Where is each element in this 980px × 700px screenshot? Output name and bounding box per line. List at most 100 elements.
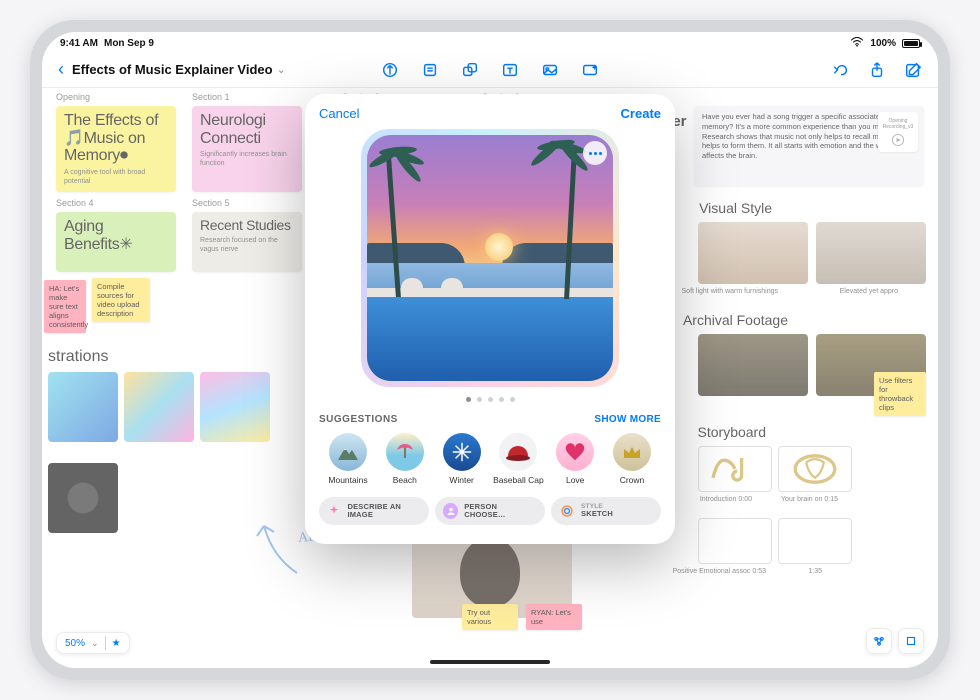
zoom-star-icon[interactable]: ★	[112, 638, 121, 649]
page-indicator[interactable]	[319, 397, 661, 402]
section-label-1: Section 1	[192, 92, 230, 102]
app-toolbar: ‹ Effects of Music Explainer Video ⌄	[42, 52, 938, 88]
cancel-button[interactable]: Cancel	[319, 106, 359, 121]
back-chevron-icon[interactable]: ‹	[58, 59, 64, 80]
chip-style-text: STYLE SKETCH	[581, 504, 613, 519]
suggestion-beach[interactable]: Beach	[378, 433, 432, 485]
sticky-filters[interactable]: Use filters for throwback clips	[874, 372, 926, 416]
card-section5[interactable]: Recent Studies Research focused on the v…	[192, 212, 302, 272]
section-label-opening: Opening	[56, 92, 90, 102]
document-title[interactable]: Effects of Music Explainer Video	[72, 62, 273, 77]
note-tool-icon[interactable]	[421, 61, 439, 79]
person-icon	[443, 503, 458, 519]
zoom-control[interactable]: 50% ⌄ ★	[56, 632, 130, 654]
archival-thumb-1[interactable]	[698, 334, 808, 396]
suggestion-mountains[interactable]: Mountains	[321, 433, 375, 485]
media-tool-icon[interactable]	[541, 61, 559, 79]
card-section1[interactable]: Neurologi Connecti Significantly increas…	[192, 106, 302, 192]
ai-image-tool-icon[interactable]	[581, 61, 599, 79]
storyboard-1[interactable]	[698, 446, 772, 492]
wifi-icon	[850, 37, 864, 50]
battery-percent: 100%	[870, 38, 896, 49]
love-icon	[556, 433, 594, 471]
mountains-icon	[329, 433, 367, 471]
heading-visual-style: Visual Style	[699, 200, 772, 216]
heading-storyboard: Storyboard	[698, 424, 766, 440]
suggestion-baseball-cap[interactable]: Baseball Cap	[491, 433, 545, 485]
suggestion-winter[interactable]: Winter	[435, 433, 489, 485]
chip-person-label: PERSON CHOOSE…	[464, 503, 537, 519]
compose-icon[interactable]	[904, 61, 922, 79]
heading-archival: Archival Footage	[683, 312, 788, 328]
text-tool-icon[interactable]	[501, 61, 519, 79]
home-indicator[interactable]	[430, 660, 550, 664]
view-controls	[866, 628, 924, 654]
card-s1-title: Neurologi Connecti	[200, 112, 294, 147]
section-label-4: Section 4	[56, 198, 94, 208]
storyboard-cap-2: Your brain on 0:15	[781, 496, 838, 503]
illustration-thumb-1[interactable]	[48, 372, 118, 442]
chip-row: DESCRIBE AN IMAGE PERSON CHOOSE… STYLE S…	[319, 497, 661, 525]
style-swirl-icon	[559, 503, 575, 519]
card-s1-sub: Significantly increases brain function	[200, 151, 294, 169]
create-button[interactable]: Create	[621, 106, 661, 121]
suggestion-label: Baseball Cap	[493, 475, 544, 485]
play-icon	[891, 133, 905, 147]
sticky-ha[interactable]: HA: Let's make sure text aligns consiste…	[44, 280, 86, 333]
storyboard-3[interactable]	[698, 518, 772, 564]
storyboard-cap-3: Positive Emotional assoc 0:53	[673, 568, 766, 575]
sticky-compile[interactable]: Compile sources for video upload descrip…	[92, 278, 150, 322]
suggestion-label: Winter	[449, 475, 474, 485]
pen-tool-icon[interactable]	[381, 61, 399, 79]
preview-frame	[361, 129, 619, 387]
card-opening-title: The Effects of 🎵Music on Memory⏺	[64, 112, 168, 165]
share-icon[interactable]	[868, 61, 886, 79]
chip-style-value: SKETCH	[581, 510, 613, 518]
zoom-chevron-icon: ⌄	[91, 638, 99, 649]
ipad-device: 9:41 AM Mon Sep 9 100% ‹ Effects of Musi…	[30, 20, 950, 680]
status-bar: 9:41 AM Mon Sep 9 100%	[42, 32, 938, 52]
storyboard-2[interactable]	[778, 446, 852, 492]
chip-style[interactable]: STYLE SKETCH	[551, 497, 661, 525]
card-s4-title: Aging Benefits✳	[64, 218, 168, 253]
illustration-thumb-4[interactable]	[48, 463, 118, 533]
screen: 9:41 AM Mon Sep 9 100% ‹ Effects of Musi…	[42, 32, 938, 668]
audio-clip-label: Opening Recording_v3	[878, 118, 918, 131]
heading-illustrations: strations	[48, 348, 108, 366]
title-chevron-icon[interactable]: ⌄	[277, 63, 286, 76]
suggestion-label: Love	[566, 475, 584, 485]
grid-button[interactable]	[898, 628, 924, 654]
storyboard-4[interactable]	[778, 518, 852, 564]
sticky-ryan[interactable]: RYAN: Let's use	[526, 604, 582, 630]
status-time: 9:41 AM	[60, 38, 98, 49]
suggestion-label: Mountains	[328, 475, 367, 485]
visual-style-thumb-2[interactable]	[816, 222, 926, 284]
chip-describe[interactable]: DESCRIBE AN IMAGE	[319, 497, 429, 525]
illustration-thumb-3[interactable]	[200, 372, 270, 442]
suggestion-label: Beach	[393, 475, 417, 485]
chip-describe-label: DESCRIBE AN IMAGE	[347, 503, 421, 519]
card-section4[interactable]: Aging Benefits✳	[56, 212, 176, 272]
undo-icon[interactable]	[832, 61, 850, 79]
shapes-tool-icon[interactable]	[461, 61, 479, 79]
card-opening[interactable]: The Effects of 🎵Music on Memory⏺ A cogni…	[56, 106, 176, 192]
preview-more-button[interactable]	[583, 141, 607, 165]
sticky-tryout[interactable]: Try out various	[462, 604, 518, 630]
text-note[interactable]: ver Have you ever had a song trigger a s…	[694, 106, 924, 186]
suggestion-crown[interactable]: Crown	[605, 433, 659, 485]
zoom-level: 50%	[65, 638, 85, 649]
right-tool-group	[832, 61, 922, 79]
visual-style-cap-1: Soft light with warm furnishings	[682, 288, 778, 295]
illustration-thumb-2[interactable]	[124, 372, 194, 442]
visual-style-thumb-1[interactable]	[698, 222, 808, 284]
chip-person[interactable]: PERSON CHOOSE…	[435, 497, 545, 525]
navigator-button[interactable]	[866, 628, 892, 654]
show-more-button[interactable]: SHOW MORE	[594, 414, 661, 425]
suggestion-label: Crown	[620, 475, 645, 485]
suggestion-love[interactable]: Love	[548, 433, 602, 485]
image-playground-popover: Cancel Create	[305, 94, 675, 544]
storyboard-cap-4: 1:35	[808, 568, 822, 575]
generated-image-preview[interactable]	[367, 135, 613, 381]
audio-clip[interactable]: Opening Recording_v3	[878, 112, 918, 152]
sparkle-icon	[327, 503, 341, 519]
